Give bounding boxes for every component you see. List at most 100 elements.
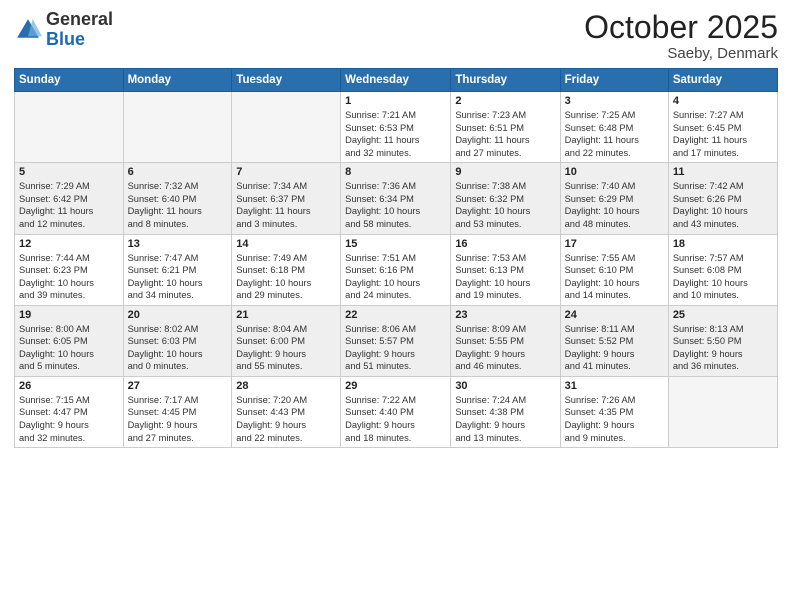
header: General Blue October 2025 Saeby, Denmark <box>14 10 778 62</box>
calendar-cell: 27 Sunrise: 7:17 AM Sunset: 4:45 PM Dayli… <box>123 376 232 447</box>
calendar-cell: 29 Sunrise: 7:22 AM Sunset: 4:40 PM Dayli… <box>341 376 451 447</box>
cell-content: Sunrise: 7:26 AM Sunset: 4:35 PM Dayligh… <box>565 394 664 444</box>
day-number: 2 <box>455 95 555 107</box>
calendar-cell <box>232 92 341 163</box>
month-title: October 2025 <box>584 10 778 45</box>
day-number: 25 <box>673 309 773 321</box>
location: Saeby, Denmark <box>584 45 778 62</box>
day-number: 29 <box>345 380 446 392</box>
calendar-cell: 22 Sunrise: 8:06 AM Sunset: 5:57 PM Dayli… <box>341 305 451 376</box>
weekday-header: Saturday <box>668 69 777 92</box>
logo-icon <box>14 16 42 44</box>
calendar-cell: 14Sunrise: 7:49 AM Sunset: 6:18 PM Dayli… <box>232 234 341 305</box>
calendar-cell: 11 Sunrise: 7:42 AM Sunset: 6:26 PM Dayli… <box>668 163 777 234</box>
day-number: 15 <box>345 238 446 250</box>
calendar-cell: 6 Sunrise: 7:32 AM Sunset: 6:40 PM Daylig… <box>123 163 232 234</box>
calendar-cell: 9Sunrise: 7:38 AM Sunset: 6:32 PM Daylig… <box>451 163 560 234</box>
cell-content: Sunrise: 8:06 AM Sunset: 5:57 PM Dayligh… <box>345 323 446 373</box>
calendar-row: 26Sunrise: 7:15 AM Sunset: 4:47 PM Dayli… <box>15 376 778 447</box>
day-number: 1 <box>345 95 446 107</box>
title-block: October 2025 Saeby, Denmark <box>584 10 778 62</box>
day-number: 27 <box>128 380 228 392</box>
calendar-cell: 24 Sunrise: 8:11 AM Sunset: 5:52 PM Dayli… <box>560 305 668 376</box>
day-number: 28 <box>236 380 336 392</box>
weekday-header: Thursday <box>451 69 560 92</box>
cell-content: Sunrise: 8:13 AM Sunset: 5:50 PM Dayligh… <box>673 323 773 373</box>
cell-content: Sunrise: 7:57 AM Sunset: 6:08 PM Dayligh… <box>673 252 773 302</box>
calendar-cell: 5 Sunrise: 7:29 AM Sunset: 6:42 PM Daylig… <box>15 163 124 234</box>
day-number: 5 <box>19 166 119 178</box>
calendar-row: 5 Sunrise: 7:29 AM Sunset: 6:42 PM Daylig… <box>15 163 778 234</box>
day-number: 13 <box>128 238 228 250</box>
weekday-header: Tuesday <box>232 69 341 92</box>
calendar-cell: 19 Sunrise: 8:00 AM Sunset: 6:05 PM Dayli… <box>15 305 124 376</box>
day-number: 8 <box>345 166 446 178</box>
cell-content: Sunrise: 7:44 AM Sunset: 6:23 PM Dayligh… <box>19 252 119 302</box>
cell-content: Sunrise: 7:17 AM Sunset: 4:45 PM Dayligh… <box>128 394 228 444</box>
day-number: 6 <box>128 166 228 178</box>
calendar-cell <box>15 92 124 163</box>
weekday-header-row: SundayMondayTuesdayWednesdayThursdayFrid… <box>15 69 778 92</box>
cell-content: Sunrise: 8:00 AM Sunset: 6:05 PM Dayligh… <box>19 323 119 373</box>
calendar-cell: 12Sunrise: 7:44 AM Sunset: 6:23 PM Dayli… <box>15 234 124 305</box>
day-number: 14 <box>236 238 336 250</box>
day-number: 21 <box>236 309 336 321</box>
cell-content: Sunrise: 7:23 AM Sunset: 6:51 PM Dayligh… <box>455 109 555 159</box>
logo-general: General <box>46 9 113 29</box>
day-number: 19 <box>19 309 119 321</box>
weekday-header: Sunday <box>15 69 124 92</box>
calendar-cell: 4Sunrise: 7:27 AM Sunset: 6:45 PM Daylig… <box>668 92 777 163</box>
cell-content: Sunrise: 7:34 AM Sunset: 6:37 PM Dayligh… <box>236 180 336 230</box>
calendar-cell: 30Sunrise: 7:24 AM Sunset: 4:38 PM Dayli… <box>451 376 560 447</box>
cell-content: Sunrise: 7:42 AM Sunset: 6:26 PM Dayligh… <box>673 180 773 230</box>
cell-content: Sunrise: 8:11 AM Sunset: 5:52 PM Dayligh… <box>565 323 664 373</box>
calendar-row: 19 Sunrise: 8:00 AM Sunset: 6:05 PM Dayli… <box>15 305 778 376</box>
calendar-row: 1 Sunrise: 7:21 AM Sunset: 6:53 PM Daylig… <box>15 92 778 163</box>
cell-content: Sunrise: 7:55 AM Sunset: 6:10 PM Dayligh… <box>565 252 664 302</box>
calendar-cell: 26Sunrise: 7:15 AM Sunset: 4:47 PM Dayli… <box>15 376 124 447</box>
calendar-cell <box>123 92 232 163</box>
logo-text: General Blue <box>46 10 113 50</box>
day-number: 20 <box>128 309 228 321</box>
cell-content: Sunrise: 7:51 AM Sunset: 6:16 PM Dayligh… <box>345 252 446 302</box>
calendar-cell: 20 Sunrise: 8:02 AM Sunset: 6:03 PM Dayli… <box>123 305 232 376</box>
calendar-cell: 16 Sunrise: 7:53 AM Sunset: 6:13 PM Dayli… <box>451 234 560 305</box>
day-number: 16 <box>455 238 555 250</box>
day-number: 22 <box>345 309 446 321</box>
cell-content: Sunrise: 7:25 AM Sunset: 6:48 PM Dayligh… <box>565 109 664 159</box>
cell-content: Sunrise: 7:21 AM Sunset: 6:53 PM Dayligh… <box>345 109 446 159</box>
calendar-cell <box>668 376 777 447</box>
calendar-cell: 2 Sunrise: 7:23 AM Sunset: 6:51 PM Daylig… <box>451 92 560 163</box>
day-number: 11 <box>673 166 773 178</box>
calendar: SundayMondayTuesdayWednesdayThursdayFrid… <box>14 68 778 448</box>
cell-content: Sunrise: 7:15 AM Sunset: 4:47 PM Dayligh… <box>19 394 119 444</box>
calendar-cell: 13Sunrise: 7:47 AM Sunset: 6:21 PM Dayli… <box>123 234 232 305</box>
calendar-cell: 23Sunrise: 8:09 AM Sunset: 5:55 PM Dayli… <box>451 305 560 376</box>
cell-content: Sunrise: 7:29 AM Sunset: 6:42 PM Dayligh… <box>19 180 119 230</box>
cell-content: Sunrise: 7:22 AM Sunset: 4:40 PM Dayligh… <box>345 394 446 444</box>
day-number: 10 <box>565 166 664 178</box>
weekday-header: Friday <box>560 69 668 92</box>
cell-content: Sunrise: 8:02 AM Sunset: 6:03 PM Dayligh… <box>128 323 228 373</box>
day-number: 7 <box>236 166 336 178</box>
cell-content: Sunrise: 8:09 AM Sunset: 5:55 PM Dayligh… <box>455 323 555 373</box>
day-number: 17 <box>565 238 664 250</box>
cell-content: Sunrise: 7:32 AM Sunset: 6:40 PM Dayligh… <box>128 180 228 230</box>
calendar-cell: 8Sunrise: 7:36 AM Sunset: 6:34 PM Daylig… <box>341 163 451 234</box>
calendar-cell: 25 Sunrise: 8:13 AM Sunset: 5:50 PM Dayli… <box>668 305 777 376</box>
calendar-cell: 18 Sunrise: 7:57 AM Sunset: 6:08 PM Dayli… <box>668 234 777 305</box>
weekday-header: Monday <box>123 69 232 92</box>
calendar-cell: 10 Sunrise: 7:40 AM Sunset: 6:29 PM Dayli… <box>560 163 668 234</box>
calendar-cell: 21 Sunrise: 8:04 AM Sunset: 6:00 PM Dayli… <box>232 305 341 376</box>
day-number: 24 <box>565 309 664 321</box>
cell-content: Sunrise: 7:40 AM Sunset: 6:29 PM Dayligh… <box>565 180 664 230</box>
cell-content: Sunrise: 7:20 AM Sunset: 4:43 PM Dayligh… <box>236 394 336 444</box>
cell-content: Sunrise: 8:04 AM Sunset: 6:00 PM Dayligh… <box>236 323 336 373</box>
cell-content: Sunrise: 7:53 AM Sunset: 6:13 PM Dayligh… <box>455 252 555 302</box>
day-number: 3 <box>565 95 664 107</box>
calendar-row: 12Sunrise: 7:44 AM Sunset: 6:23 PM Dayli… <box>15 234 778 305</box>
day-number: 18 <box>673 238 773 250</box>
calendar-cell: 7 Sunrise: 7:34 AM Sunset: 6:37 PM Daylig… <box>232 163 341 234</box>
cell-content: Sunrise: 7:38 AM Sunset: 6:32 PM Dayligh… <box>455 180 555 230</box>
logo-blue: Blue <box>46 29 85 49</box>
